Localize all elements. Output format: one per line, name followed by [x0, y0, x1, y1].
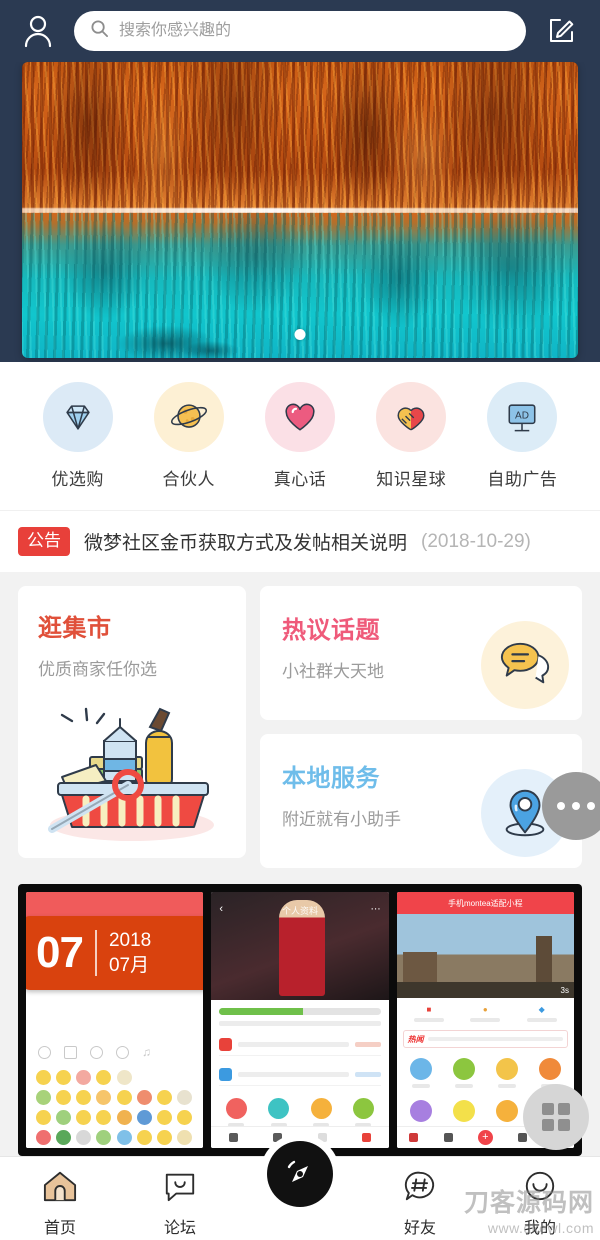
user-avatar-icon[interactable] — [16, 9, 60, 53]
compass-icon[interactable] — [267, 1141, 333, 1207]
profile-caption — [219, 1021, 381, 1026]
more-icon: ⋯ — [370, 904, 381, 915]
category-row: 优选购 合伙人 真心话 知识星球 AD 自助广告 — [0, 362, 600, 510]
card-subtitle: 优质商家任你选 — [38, 660, 157, 679]
heart-icon — [265, 382, 335, 452]
banner-carousel[interactable] — [0, 62, 600, 362]
search-input[interactable] — [119, 11, 510, 51]
smiley-face-icon — [523, 1169, 557, 1208]
app-header — [0, 0, 600, 62]
profile-list-row[interactable] — [219, 1034, 381, 1056]
chat-bubble-icon — [481, 621, 569, 709]
nav-label: 好友 — [403, 1220, 436, 1237]
notice-tag: 热闻 — [407, 1034, 424, 1044]
shot-header-title: 个人资料 — [281, 906, 318, 916]
handshake-icon — [376, 382, 447, 452]
screenshot-gallery[interactable]: ♫ 07 2018 07月 ‹ 个人资料 ⋯ 手机montea适配小程 3s ■… — [18, 884, 582, 1156]
nav-label: 我的 — [523, 1220, 556, 1237]
nav-item-mine[interactable]: 我的 — [480, 1169, 600, 1238]
shot-tab-row[interactable]: ■ ● ◆ — [397, 998, 574, 1022]
row-icon — [219, 1038, 233, 1051]
emoji-play-icon — [90, 1046, 103, 1059]
forum-bubble-icon — [163, 1169, 197, 1208]
emoji-grid[interactable] — [36, 1070, 193, 1145]
gallery-item-user-profile[interactable]: ‹ 个人资料 ⋯ — [211, 892, 389, 1148]
ad-board-icon: AD — [487, 382, 558, 452]
row-icon — [219, 1068, 233, 1081]
date-day: 07 — [36, 928, 84, 977]
date-year-month: 2018 07月 — [109, 930, 151, 977]
card-title: 热议话题 — [282, 617, 380, 644]
card-subtitle: 小社群大天地 — [282, 662, 384, 681]
compose-edit-icon[interactable] — [540, 9, 584, 53]
search-box[interactable] — [74, 11, 526, 51]
svg-text:AD: AD — [515, 410, 529, 421]
emoji-image-icon — [64, 1046, 77, 1059]
shot-header-bar — [26, 892, 204, 918]
nav-item-home[interactable]: 首页 — [0, 1169, 120, 1238]
card-title: 本地服务 — [282, 765, 380, 792]
hero-banner: 3s — [396, 914, 574, 998]
banner-slide[interactable] — [22, 62, 578, 358]
carousel-dot-active[interactable] — [294, 329, 306, 340]
date-separator — [94, 930, 97, 976]
category-label: 合伙人 — [162, 470, 216, 489]
emoji-smile-icon — [38, 1046, 51, 1059]
date-month: 07月 — [108, 954, 150, 976]
profile-hero: ‹ 个人资料 ⋯ — [211, 892, 389, 1000]
nav-item-forum[interactable]: 论坛 — [120, 1169, 240, 1238]
card-subtitle: 附近就有小助手 — [282, 810, 401, 829]
planet-icon — [153, 382, 224, 452]
category-label: 知识星球 — [376, 470, 447, 489]
emoji-link-icon — [116, 1046, 129, 1059]
category-item-zhishixingqiu[interactable]: 知识星球 — [356, 382, 467, 490]
category-label: 自助广告 — [487, 470, 558, 489]
level-progress-bar — [219, 1008, 381, 1015]
hash-bubble-icon — [403, 1169, 437, 1208]
date-year: 2018 — [108, 929, 152, 951]
card-title: 逛集市 — [38, 615, 112, 642]
search-icon — [90, 19, 109, 43]
add-button[interactable]: + — [477, 1130, 493, 1145]
announcement-text: 微梦社区金币获取方式及发帖相关说明 — [84, 533, 408, 554]
nav-label: 首页 — [43, 1220, 76, 1237]
category-item-youxuangou[interactable]: 优选购 — [22, 382, 133, 490]
hero-caption-bar: 3s — [396, 982, 574, 998]
feature-card-column: 热议话题 小社群大天地 本地服务 附近就有小助手 — [260, 586, 582, 868]
shot-header-title: 手机montea适配小程 — [447, 898, 523, 908]
app-root: 优选购 合伙人 真心话 — [0, 0, 600, 1240]
feature-card-grid: 逛集市 优质商家任你选 热议话题 小社群大天地 本地服务 附近就有小助手 — [0, 572, 600, 882]
card-topics[interactable]: 热议话题 小社群大天地 — [260, 586, 582, 720]
diamond-icon — [42, 382, 113, 452]
announcement-badge: 公告 — [18, 527, 70, 556]
announcement-bar[interactable]: 公告 微梦社区金币获取方式及发帖相关说明 (2018-10-29) — [0, 510, 600, 572]
hero-badge: 3s — [560, 985, 569, 995]
category-label: 真心话 — [273, 470, 327, 489]
card-market[interactable]: 逛集市 优质商家任你选 — [18, 586, 246, 858]
dot — [587, 802, 595, 810]
dot — [572, 802, 580, 810]
app-grid-button[interactable] — [523, 1084, 589, 1150]
emoji-music-icon: ♫ — [142, 1045, 151, 1059]
dot — [557, 802, 565, 810]
gallery-item-emoji-keyboard[interactable]: ♫ 07 2018 07月 — [26, 892, 204, 1148]
category-label: 优选购 — [51, 470, 104, 489]
date-badge: 07 2018 07月 — [26, 916, 204, 990]
shopping-basket-illustration — [32, 697, 232, 852]
category-item-zhenxinhua[interactable]: 真心话 — [244, 382, 355, 490]
category-item-hehuoren[interactable]: 合伙人 — [133, 382, 244, 490]
nav-label: 论坛 — [163, 1220, 196, 1237]
notice-strip[interactable]: 热闻 — [402, 1030, 568, 1048]
home-icon — [42, 1169, 78, 1208]
card-local-service[interactable]: 本地服务 附近就有小助手 — [260, 734, 582, 868]
category-item-zizhuguanggao[interactable]: AD 自助广告 — [467, 382, 578, 490]
shot-header-bar: 手机montea适配小程 — [396, 892, 574, 914]
nav-item-friends[interactable]: 好友 — [360, 1169, 480, 1238]
grid-icon — [542, 1103, 570, 1131]
banner-forest-layer — [22, 62, 578, 213]
profile-list-row[interactable] — [219, 1064, 381, 1086]
bottom-navigation: 首页 论坛 好友 我的 — [0, 1141, 600, 1240]
announcement-date: (2018-10-29) — [421, 530, 531, 552]
emoji-toolbar: ♫ — [38, 1046, 155, 1059]
